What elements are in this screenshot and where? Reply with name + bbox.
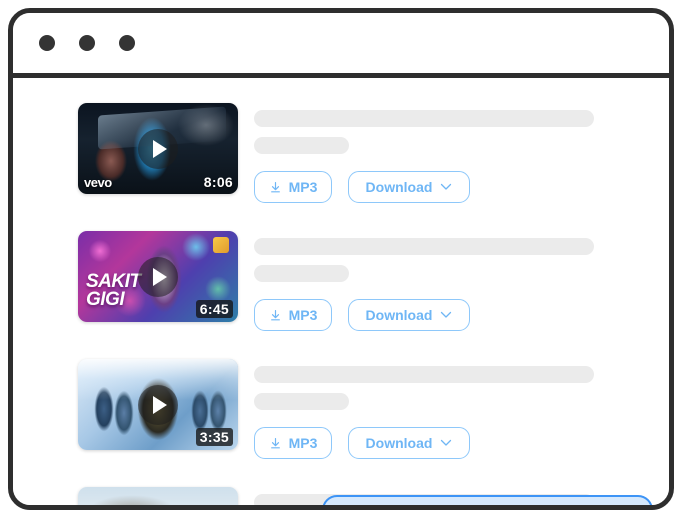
mp3-button-label: MP3 [288, 179, 318, 195]
video-thumbnail[interactable]: SAKIT GIGI 6:45 [78, 231, 238, 322]
download-icon [270, 309, 280, 320]
video-thumbnail[interactable]: 3:35 [78, 359, 238, 450]
mp3-button-label: MP3 [288, 435, 318, 451]
play-icon[interactable] [138, 384, 178, 425]
chevron-down-icon [441, 311, 452, 318]
list-item[interactable]: 3:35 MP3 Download [13, 359, 669, 459]
subtitle-placeholder [254, 393, 349, 410]
video-duration: 3:35 [195, 428, 233, 446]
download-dropdown-button[interactable]: Download [348, 427, 470, 459]
video-info: MP3 Download [254, 359, 669, 459]
play-icon[interactable] [138, 256, 178, 297]
window-dot-close[interactable] [39, 35, 55, 51]
thumbnail-image [78, 487, 238, 505]
action-buttons: MP3 Download [254, 171, 669, 203]
download-dropdown-button[interactable]: Download [348, 299, 470, 331]
mp3-download-button[interactable]: MP3 [254, 171, 332, 203]
browser-window: vevo 8:06 MP3 Download SAKIT GIGI 6:45 M… [8, 8, 674, 510]
download-button-label: Download [365, 435, 433, 451]
window-dot-minimize[interactable] [79, 35, 95, 51]
download-icon [270, 181, 280, 192]
play-triangle [153, 267, 167, 286]
video-duration: 8:06 [203, 174, 233, 190]
download-button-label: Download [365, 179, 433, 195]
action-buttons: MP3 Download [254, 427, 669, 459]
download-dropdown-button[interactable]: Download [348, 171, 470, 203]
action-buttons: MP3 Download [254, 299, 669, 331]
play-icon[interactable] [138, 128, 178, 169]
vevo-watermark: vevo [84, 175, 112, 190]
video-thumbnail[interactable]: vevo 8:06 [78, 103, 238, 194]
title-placeholder [254, 238, 594, 255]
list-item[interactable]: SAKIT GIGI 6:45 MP3 Download [13, 231, 669, 331]
mp3-download-button[interactable]: MP3 [254, 427, 332, 459]
download-icon [270, 437, 280, 448]
video-info: MP3 Download [254, 103, 669, 203]
download-button-label: Download [365, 307, 433, 323]
video-info: MP3 Download [254, 231, 669, 331]
play-triangle [153, 139, 167, 158]
mp3-download-button[interactable]: MP3 [254, 299, 332, 331]
list-item[interactable]: vevo 8:06 MP3 Download [13, 103, 669, 203]
subtitle-placeholder [254, 137, 349, 154]
window-controls [39, 13, 135, 73]
download-cta-button[interactable]: Download [322, 495, 653, 505]
subtitle-placeholder [254, 265, 349, 282]
chevron-down-icon [441, 183, 452, 190]
title-placeholder [254, 110, 594, 127]
window-dot-maximize[interactable] [119, 35, 135, 51]
chevron-down-icon [441, 439, 452, 446]
play-triangle [153, 395, 167, 414]
page-content: vevo 8:06 MP3 Download SAKIT GIGI 6:45 M… [13, 78, 669, 505]
mp3-button-label: MP3 [288, 307, 318, 323]
browser-titlebar [13, 13, 669, 78]
video-result-list: vevo 8:06 MP3 Download SAKIT GIGI 6:45 M… [13, 78, 669, 505]
thumbnail-caption: SAKIT GIGI [86, 271, 141, 310]
video-duration: 6:45 [195, 300, 233, 318]
title-placeholder [254, 366, 594, 383]
video-thumbnail[interactable] [78, 487, 238, 505]
